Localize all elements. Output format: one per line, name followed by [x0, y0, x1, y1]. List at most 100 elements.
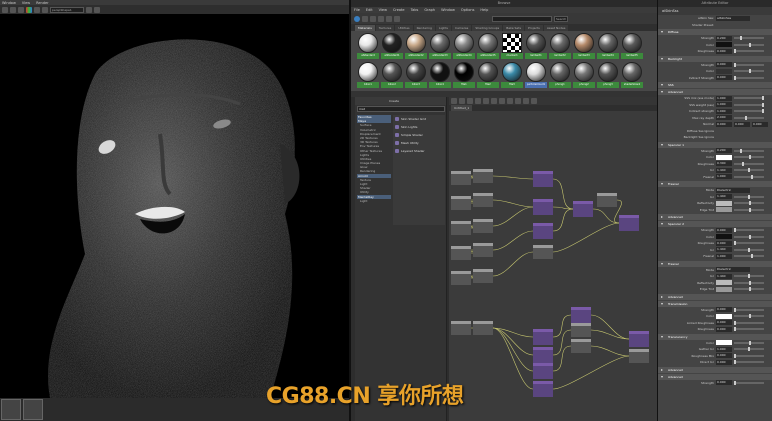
attribute-section-header[interactable]: Specular 1 [658, 141, 772, 148]
attribute-slider[interactable] [734, 327, 764, 332]
attribute-value-field[interactable]: 0.000 [716, 227, 732, 233]
attribute-slider[interactable] [734, 96, 764, 101]
clear-graph-icon[interactable] [491, 98, 497, 104]
slider-handle[interactable] [748, 247, 750, 252]
color-swatch[interactable] [716, 68, 732, 74]
graph-node[interactable] [473, 219, 493, 233]
graph-node[interactable] [451, 271, 471, 285]
node-connection[interactable] [552, 208, 574, 232]
camera-select[interactable]: perspShape1 [50, 6, 84, 13]
tab-shading-groups[interactable]: Shading Groups [472, 25, 503, 31]
attribute-value-field[interactable]: 1.000 [716, 346, 732, 352]
slider-handle[interactable] [745, 115, 748, 120]
node-connection[interactable] [492, 327, 534, 356]
graph-node[interactable] [597, 193, 617, 207]
snap-icon[interactable] [531, 98, 537, 104]
render-menu-render[interactable]: Render [36, 1, 48, 5]
material-swatch[interactable]: aiStandard4 [453, 33, 475, 61]
attribute-slider[interactable] [734, 201, 764, 206]
attribute-slider[interactable] [734, 161, 764, 166]
create-node-item[interactable]: Simple Shader [393, 131, 445, 139]
attribute-section-header[interactable]: Translucency [658, 333, 772, 340]
attribute-slider[interactable] [734, 287, 764, 292]
graph-node[interactable] [451, 321, 471, 335]
graph-up-icon[interactable] [475, 98, 481, 104]
slider-handle[interactable] [749, 155, 751, 160]
tab-asset-nodes[interactable]: Asset Nodes [543, 25, 569, 31]
attribute-value-field[interactable]: 0.000 [716, 62, 732, 68]
slider-handle[interactable] [762, 96, 764, 101]
graph-node[interactable] [473, 169, 493, 183]
material-swatch[interactable]: blinn2 [381, 62, 403, 90]
create-node-item[interactable]: Mesh Utility [393, 139, 445, 147]
attribute-section-header[interactable]: Fresnel [658, 181, 772, 187]
material-swatch[interactable]: file1 [453, 62, 475, 90]
slider-handle[interactable] [734, 360, 736, 365]
render-menu-window[interactable]: Window [2, 1, 16, 5]
material-swatch[interactable]: lambert2 [549, 33, 571, 61]
attribute-slider[interactable] [734, 353, 764, 358]
node-connection[interactable] [552, 355, 630, 390]
attribute-slider[interactable] [734, 102, 764, 107]
render-canvas[interactable] [0, 14, 349, 398]
color-swatch[interactable] [716, 280, 732, 286]
slider-handle[interactable] [739, 36, 742, 41]
attribute-slider[interactable] [734, 148, 764, 153]
sort-icon[interactable] [378, 15, 384, 22]
attribute-value-field[interactable]: 0.200 [716, 35, 732, 41]
slider-handle[interactable] [734, 241, 736, 246]
slider-handle[interactable] [749, 314, 751, 319]
graph-node[interactable] [533, 363, 553, 379]
attribute-value-field[interactable]: 1.440 [716, 273, 732, 279]
graph-node[interactable] [573, 201, 593, 217]
attribute-section-header[interactable]: Advanced [658, 373, 772, 380]
attribute-section-header[interactable]: Transmission [658, 300, 772, 307]
attribute-slider[interactable] [734, 228, 764, 233]
attribute-value-field[interactable]: 1.440 [716, 247, 732, 253]
color-channel-icon[interactable] [26, 6, 32, 13]
attribute-value-field[interactable]: 0.000 [716, 353, 732, 359]
render-thumbnail[interactable] [23, 399, 43, 420]
attribute-slider[interactable] [734, 254, 764, 259]
node-graph-canvas[interactable] [449, 111, 657, 421]
material-swatch[interactable]: lambert4 [597, 33, 619, 61]
attribute-slider[interactable] [734, 241, 764, 246]
color-swatch[interactable] [716, 313, 732, 319]
slider-handle[interactable] [749, 69, 751, 74]
tab-projects[interactable]: Projects [525, 25, 543, 31]
simple-mode-icon[interactable] [499, 98, 505, 104]
slider-handle[interactable] [762, 102, 764, 107]
node-connection[interactable] [492, 230, 534, 251]
attribute-section-header[interactable]: Specular 2 [658, 221, 772, 227]
render-thumbnail[interactable] [1, 399, 21, 420]
graph-node[interactable] [533, 245, 553, 259]
attribute-value-field[interactable]: 0.200 [716, 148, 732, 154]
graph-node[interactable] [571, 339, 591, 353]
attribute-value-field[interactable]: 0.000 [716, 380, 732, 386]
attribute-slider[interactable] [734, 380, 764, 385]
attribute-value-field[interactable]: 0.000 [716, 75, 732, 81]
filter-icon[interactable] [386, 15, 392, 22]
node-connection[interactable] [492, 327, 534, 390]
grid-icon[interactable] [523, 98, 529, 104]
tab-textures[interactable]: Textures [375, 25, 395, 31]
material-swatch[interactable]: aiStandard2 [405, 33, 427, 61]
attribute-slider[interactable] [734, 307, 764, 312]
attribute-slider[interactable] [734, 49, 764, 54]
attribute-section-header[interactable]: Diffuse [658, 29, 772, 35]
frame-selected-icon[interactable] [467, 98, 473, 104]
slider-handle[interactable] [749, 207, 751, 212]
color-swatch[interactable] [716, 286, 732, 292]
graph-node[interactable] [629, 349, 649, 363]
node-connection[interactable] [492, 175, 534, 180]
attribute-slider[interactable] [734, 168, 764, 173]
tab-cameras[interactable]: Cameras [452, 25, 472, 31]
attribute-value-field[interactable]: 0.000 [716, 359, 732, 365]
material-swatch[interactable]: lambert5 [621, 33, 643, 61]
material-swatch[interactable]: aiStandard1 [381, 33, 403, 61]
display-icon[interactable] [34, 6, 40, 13]
attribute-slider[interactable] [734, 247, 764, 252]
tab-bake-sets[interactable]: Bake Sets [503, 25, 525, 31]
attribute-slider[interactable] [734, 115, 764, 120]
attribute-slider[interactable] [734, 174, 764, 179]
